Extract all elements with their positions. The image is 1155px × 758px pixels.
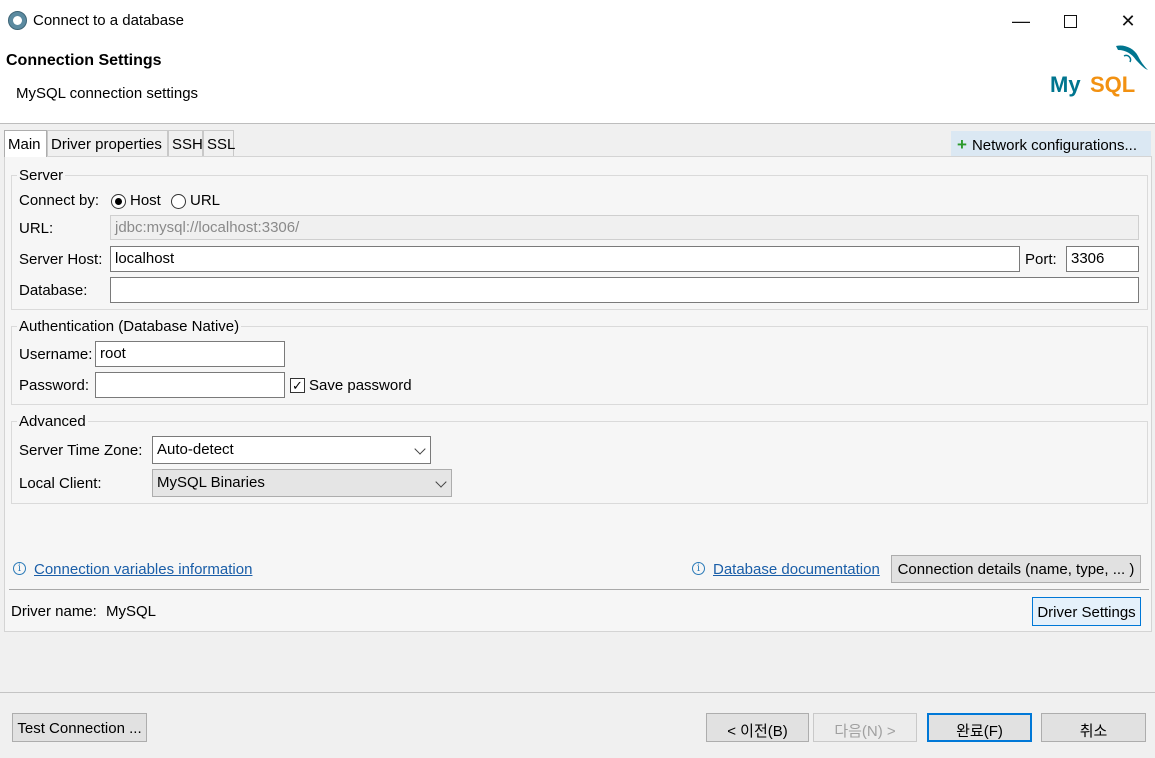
server-host-input[interactable]: localhost	[110, 246, 1020, 272]
logo-text-my: My	[1050, 72, 1081, 97]
driver-settings-button[interactable]: Driver Settings	[1032, 597, 1141, 626]
divider	[9, 589, 1149, 590]
database-input[interactable]	[110, 277, 1139, 303]
minimize-icon[interactable]: —	[998, 8, 1044, 34]
test-connection-button[interactable]: Test Connection ...	[12, 713, 147, 742]
url-label: URL:	[19, 220, 54, 237]
username-label: Username:	[19, 346, 93, 363]
save-password-label[interactable]: Save password	[309, 377, 412, 394]
url-field[interactable]: jdbc:mysql://localhost:3306/	[110, 215, 1139, 240]
server-group-title: Server	[17, 167, 66, 184]
close-icon[interactable]: ✕	[1105, 8, 1151, 34]
chevron-down-icon	[435, 476, 447, 488]
host-radio-label[interactable]: Host	[130, 192, 161, 209]
advanced-group-title: Advanced	[17, 413, 88, 430]
tab-driver-properties[interactable]: Driver properties	[47, 130, 168, 156]
next-button[interactable]: 다음(N) >	[813, 713, 917, 742]
auth-group-title: Authentication (Database Native)	[17, 318, 242, 335]
header-banner	[0, 42, 1155, 124]
chevron-down-icon	[414, 443, 426, 455]
info-icon: i	[13, 562, 26, 575]
page-subtitle: MySQL connection settings	[16, 85, 199, 102]
app-icon	[8, 11, 27, 30]
tab-main[interactable]: Main	[4, 130, 47, 157]
footer-divider	[0, 692, 1155, 693]
url-radio-label[interactable]: URL	[190, 192, 220, 209]
connection-variables-link[interactable]: Connection variables information	[34, 561, 252, 578]
timezone-label: Server Time Zone:	[19, 442, 143, 459]
tab-ssl[interactable]: SSL	[203, 130, 235, 156]
connection-details-button[interactable]: Connection details (name, type, ... )	[891, 555, 1141, 583]
window-title: Connect to a database	[33, 12, 184, 29]
page-title: Connection Settings	[6, 52, 162, 69]
port-input[interactable]: 3306	[1066, 246, 1139, 272]
main-panel: Server Connect by: Host URL URL: jdbc:my…	[4, 156, 1152, 632]
logo-text-sql: SQL	[1090, 72, 1135, 97]
network-configurations-label: Network configurations...	[971, 137, 1138, 154]
local-client-value: MySQL Binaries	[157, 474, 265, 491]
maximize-icon[interactable]	[1047, 8, 1093, 34]
back-button[interactable]: < 이전(B)	[706, 713, 809, 742]
port-label: Port:	[1025, 251, 1057, 268]
save-password-checkbox[interactable]: ✓	[290, 378, 305, 393]
database-label: Database:	[19, 282, 88, 299]
server-host-label: Server Host:	[19, 251, 103, 268]
username-input[interactable]: root	[95, 341, 285, 367]
cancel-button[interactable]: 취소	[1041, 713, 1146, 742]
timezone-value: Auto-detect	[157, 441, 234, 458]
url-radio[interactable]	[171, 194, 186, 209]
local-client-select[interactable]: MySQL Binaries	[152, 469, 452, 497]
driver-name-value: MySQL	[106, 603, 157, 620]
host-radio[interactable]	[111, 194, 126, 209]
password-input[interactable]	[95, 372, 285, 398]
network-configurations-button[interactable]: + Network configurations...	[951, 131, 1151, 156]
plus-icon: +	[957, 135, 967, 154]
database-documentation-link[interactable]: Database documentation	[713, 561, 880, 578]
info-icon: i	[692, 562, 705, 575]
password-label: Password:	[19, 377, 90, 394]
timezone-select[interactable]: Auto-detect	[152, 436, 431, 464]
local-client-label: Local Client:	[19, 475, 102, 492]
mysql-logo: My SQL	[1050, 45, 1148, 97]
finish-button[interactable]: 완료(F)	[927, 713, 1032, 742]
connect-by-label: Connect by:	[19, 192, 100, 209]
tab-ssh[interactable]: SSH	[168, 130, 203, 156]
driver-name-label: Driver name:	[11, 603, 97, 620]
